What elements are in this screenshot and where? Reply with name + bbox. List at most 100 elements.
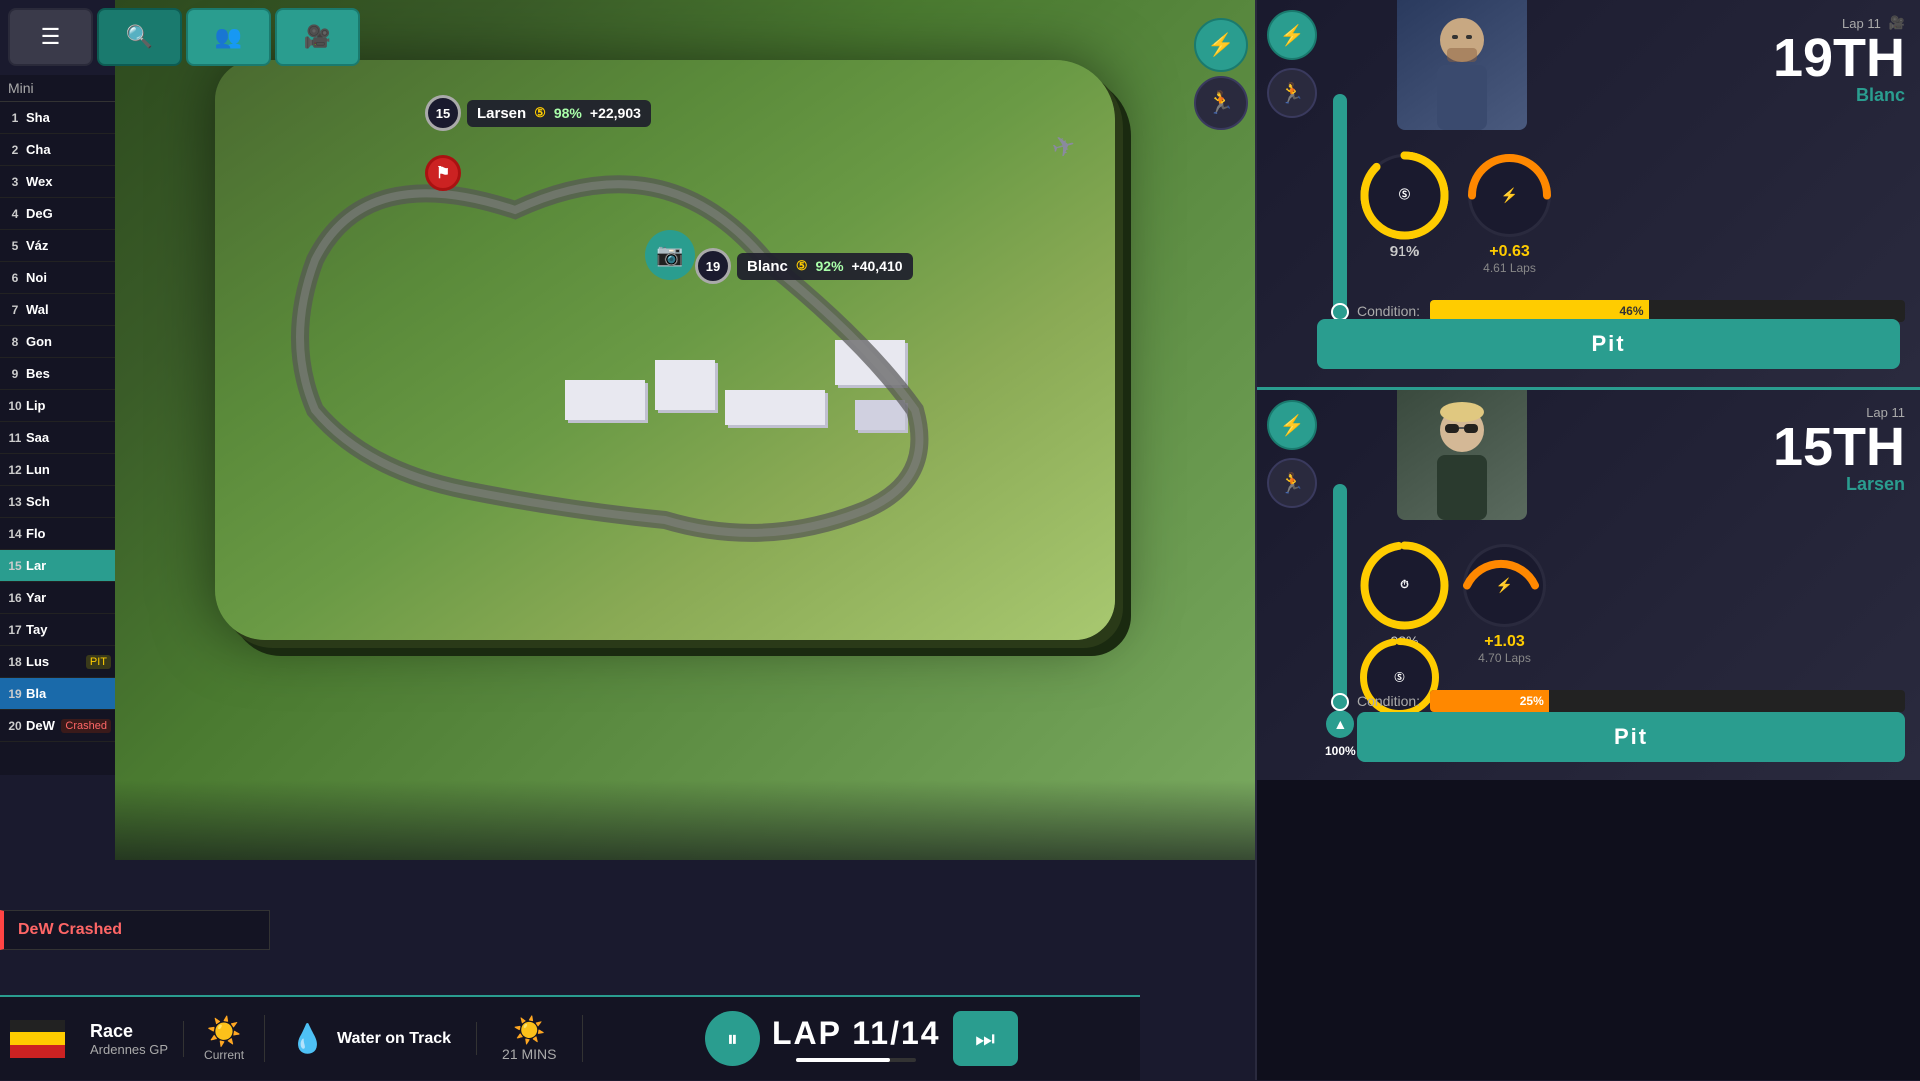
menu-button[interactable]: ☰ xyxy=(8,8,93,66)
sidebar-row-sha[interactable]: 1Sha xyxy=(0,102,115,134)
driver2-tyre-laps: 4.70 Laps xyxy=(1478,651,1531,665)
sidebar-row-bes[interactable]: 9Bes xyxy=(0,358,115,390)
driver1-tyre-delta: +0.63 xyxy=(1489,243,1529,261)
driver2-slider-arrow[interactable]: ▲ xyxy=(1326,710,1354,738)
sidebar-pos: 7 xyxy=(4,303,26,317)
driver2-person-btn[interactable]: 🏃 xyxy=(1267,458,1317,508)
sidebar-pos: 12 xyxy=(4,463,26,477)
sidebar-status: Crashed xyxy=(61,719,111,733)
sidebar-row-lar[interactable]: 15Lar xyxy=(0,550,115,582)
pause-button[interactable]: ⏸ xyxy=(705,1011,760,1066)
sidebar-row-lus[interactable]: 18LusPIT xyxy=(0,646,115,678)
camera-button[interactable]: 🎥 xyxy=(275,8,360,66)
sidebar-row-lun[interactable]: 12Lun xyxy=(0,454,115,486)
map-shadow xyxy=(115,780,1255,860)
sidebar-header: Mini xyxy=(0,75,115,102)
sidebar-pos: 2 xyxy=(4,143,26,157)
sidebar-name: Wal xyxy=(26,302,111,317)
fast-forward-icon: ⏭ xyxy=(975,1026,995,1052)
driver2-card: ⚡ 🏃 ▲ 100% xyxy=(1257,390,1920,780)
side-person-btn-1[interactable]: 🏃 xyxy=(1194,76,1248,130)
sidebar-name: Lun xyxy=(26,462,111,477)
driver1-condition-label: Condition: xyxy=(1357,303,1420,319)
sidebar-pos: 1 xyxy=(4,111,26,125)
sidebar-pos: 17 xyxy=(4,623,26,637)
driver2-slider[interactable]: ▲ 100% xyxy=(1325,400,1356,770)
driver2-pit-button[interactable]: Pit xyxy=(1357,712,1905,762)
sidebar-name: Cha xyxy=(26,142,111,157)
sidebar-pos: 4 xyxy=(4,207,26,221)
weather-icon: ☀️ xyxy=(204,1015,244,1048)
sidebar-name: Saa xyxy=(26,430,111,445)
driver2-lightning-btn[interactable]: ⚡ xyxy=(1267,400,1317,450)
sidebar-name: Váz xyxy=(26,238,111,253)
car-marker-19[interactable]: 19 Blanc ⑤ 92% +40,410 xyxy=(695,248,913,284)
driver2-portrait xyxy=(1397,390,1537,525)
playback-controls: ⏸ LAP 11/14 ⏭ xyxy=(583,1011,1140,1066)
team-icon: 👥 xyxy=(215,24,242,50)
sidebar-pos: 15 xyxy=(4,559,26,573)
menu-icon: ☰ xyxy=(41,24,61,50)
sidebar-row-saa[interactable]: 11Saa xyxy=(0,422,115,454)
side-buttons: ⚡ 🏃 xyxy=(1190,0,1255,138)
current-label: Current xyxy=(204,1048,244,1062)
sidebar-name: Bla xyxy=(26,686,111,701)
sidebar-name: Tay xyxy=(26,622,111,637)
driver1-fuel-sub: Ⓢ 91% xyxy=(1357,148,1452,259)
camera-overlay[interactable]: 📷 xyxy=(645,230,695,280)
side-lightning-btn-1[interactable]: ⚡ xyxy=(1194,18,1248,72)
car-19-pct: 92% xyxy=(816,258,844,274)
water-text: Water on Track xyxy=(337,1030,451,1048)
driver1-lightning-btn[interactable]: ⚡ xyxy=(1267,10,1317,60)
sidebar-row-lip[interactable]: 10Lip xyxy=(0,390,115,422)
flag-container xyxy=(0,996,75,1081)
sidebar-pos: 19 xyxy=(4,687,26,701)
team-button[interactable]: 👥 xyxy=(186,8,271,66)
sidebar-row-cha[interactable]: 2Cha xyxy=(0,134,115,166)
lap-progress-fill xyxy=(796,1058,890,1062)
sidebar-row-noi[interactable]: 6Noi xyxy=(0,262,115,294)
toolbar: ☰ 🔍 👥 🎥 xyxy=(0,0,410,75)
driver1-slider-track xyxy=(1333,94,1347,314)
sidebar-row-flo[interactable]: 14Flo xyxy=(0,518,115,550)
driver2-slider-pct: 100% xyxy=(1325,744,1356,758)
sidebar-pos: 9 xyxy=(4,367,26,381)
svg-text:Ⓢ: Ⓢ xyxy=(1399,187,1410,201)
sidebar-name: Flo xyxy=(26,526,111,541)
sidebar-row-gon[interactable]: 8Gon xyxy=(0,326,115,358)
fast-forward-button[interactable]: ⏭ xyxy=(953,1011,1018,1066)
svg-text:⏱: ⏱ xyxy=(1400,578,1409,591)
sidebar-name: Gon xyxy=(26,334,111,349)
analytics-button[interactable]: 🔍 xyxy=(97,8,182,66)
car-19-name: Blanc xyxy=(747,258,788,275)
sidebar-row-deg[interactable]: 4DeG xyxy=(0,198,115,230)
driver2-name: Larsen xyxy=(1773,474,1905,495)
driver1-person-btn[interactable]: 🏃 xyxy=(1267,68,1317,118)
race-title: Race xyxy=(90,1021,168,1042)
sidebar-pos: 5 xyxy=(4,239,26,253)
driver2-slider-fill xyxy=(1333,484,1347,704)
sidebar-row-yar[interactable]: 16Yar xyxy=(0,582,115,614)
race-map[interactable]: ✈ ⚑ 15 Larsen ⑤ 98% +22,903 📷 19 Blanc ⑤… xyxy=(115,0,1255,860)
car-marker-15[interactable]: 15 Larsen ⑤ 98% +22,903 xyxy=(425,95,651,131)
sidebar-pos: 13 xyxy=(4,495,26,509)
sidebar-name: Lip xyxy=(26,398,111,413)
sidebar-row-tay[interactable]: 17Tay xyxy=(0,614,115,646)
sidebar-row-wal[interactable]: 7Wal xyxy=(0,294,115,326)
car-marker-incident[interactable]: ⚑ xyxy=(425,155,461,191)
driver1-pit-button[interactable]: Pit xyxy=(1317,319,1900,369)
sidebar-pos: 16 xyxy=(4,591,26,605)
pause-icon: ⏸ xyxy=(727,1026,738,1052)
flag-red xyxy=(10,1045,65,1058)
driver2-slider-track xyxy=(1333,484,1347,704)
sidebar-row-wex[interactable]: 3Wex xyxy=(0,166,115,198)
sidebar-row-sch[interactable]: 13Sch xyxy=(0,486,115,518)
driver2-slider-thumb[interactable] xyxy=(1331,693,1349,711)
sidebar-row-váz[interactable]: 5Váz xyxy=(0,230,115,262)
sidebar-row-dew[interactable]: 20DeWCrashed xyxy=(0,710,115,742)
driver2-condition-label: Condition: xyxy=(1357,693,1420,709)
car-15-delta: +22,903 xyxy=(590,105,641,121)
standings-sidebar: Mini 1Sha2Cha3Wex4DeG5Váz6Noi7Wal8Gon9Be… xyxy=(0,75,115,775)
driver2-condition-bar: 25% xyxy=(1430,690,1905,712)
sidebar-row-bla[interactable]: 19Bla xyxy=(0,678,115,710)
